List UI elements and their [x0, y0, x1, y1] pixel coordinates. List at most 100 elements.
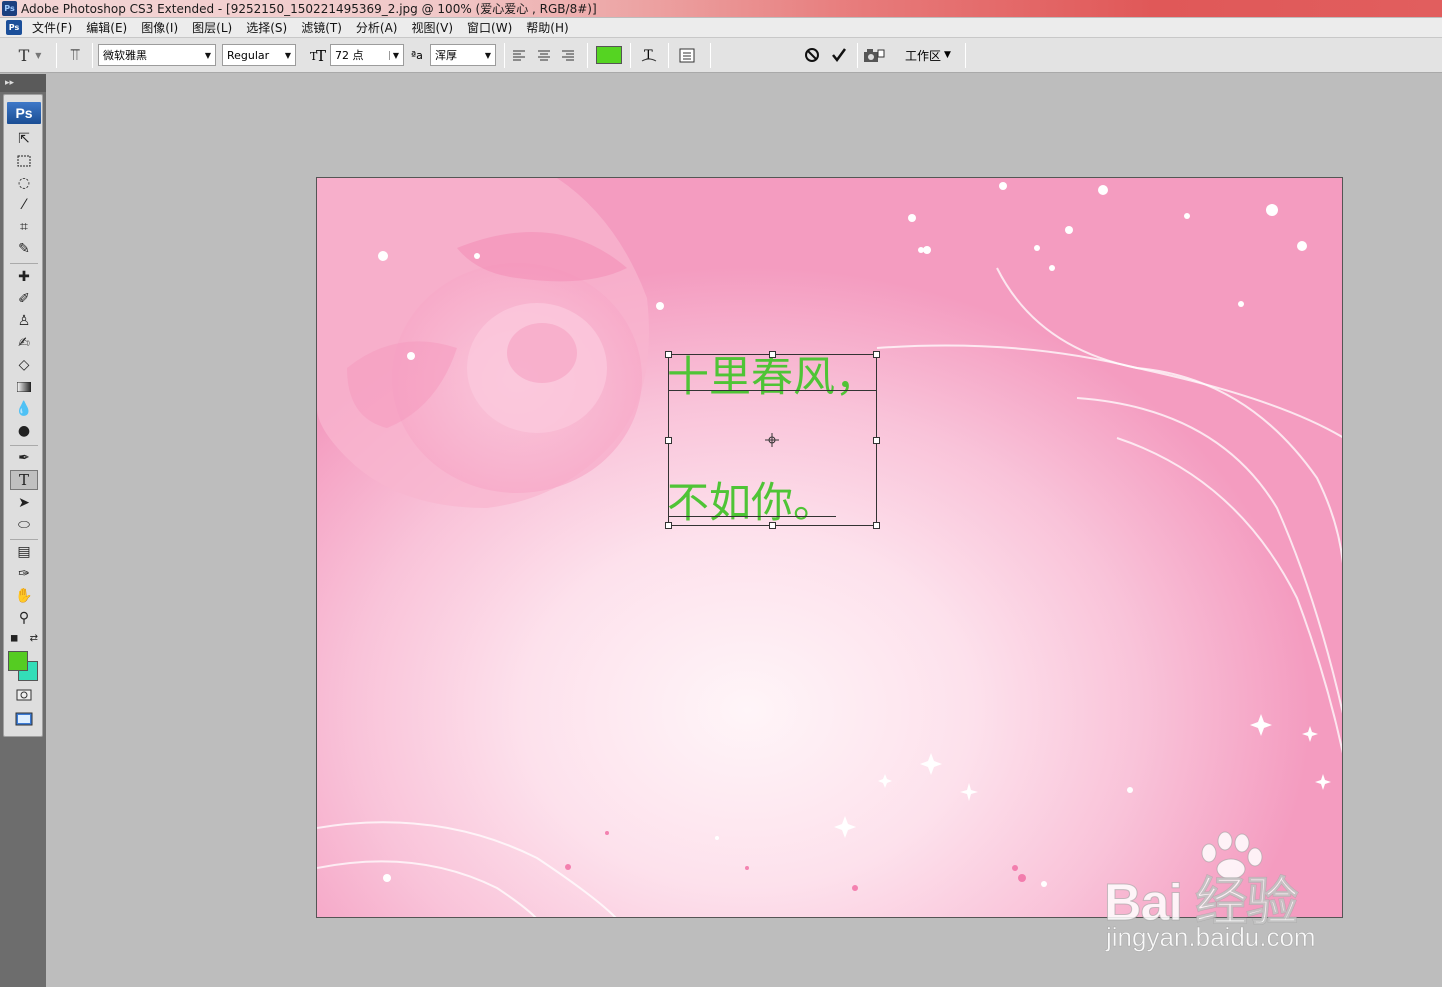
type-tool[interactable]: T: [10, 470, 38, 490]
brush-tool[interactable]: ✐: [10, 289, 38, 309]
cancel-edits-button[interactable]: [804, 44, 826, 66]
arrow-icon: ➤: [18, 495, 30, 511]
options-bar: T ▼ ⫪ 微软雅黑 ▼ Regular ▼ TT 72 点 ▼ ªa 浑厚 ▼ T: [0, 38, 1442, 73]
marquee-icon: [17, 155, 31, 167]
bridge-button[interactable]: [863, 44, 889, 66]
menu-view[interactable]: 视图(V): [411, 19, 453, 36]
menu-window[interactable]: 窗口(W): [467, 19, 512, 36]
pen-icon: ✒: [18, 450, 30, 466]
screen-mode-button[interactable]: [10, 709, 38, 729]
blur-tool[interactable]: 💧: [10, 399, 38, 419]
menu-analysis[interactable]: 分析(A): [356, 19, 398, 36]
type-tool-icon: T: [18, 45, 30, 65]
transform-handle[interactable]: [873, 437, 880, 444]
transform-handle[interactable]: [873, 522, 880, 529]
transform-handle[interactable]: [769, 522, 776, 529]
workspace-menu[interactable]: 工作区 ▼: [905, 44, 959, 66]
menu-help[interactable]: 帮助(H): [526, 19, 568, 36]
history-brush-tool[interactable]: ✍: [10, 333, 38, 353]
eyedropper-tool[interactable]: ✑: [10, 564, 38, 584]
cancel-icon: [805, 48, 819, 62]
menu-image[interactable]: 图像(I): [141, 19, 178, 36]
crop-tool[interactable]: ⌗: [10, 217, 38, 237]
antialias-select[interactable]: 浑厚 ▼: [430, 44, 496, 66]
checkmark-icon: [832, 48, 847, 63]
notes-icon: ▤: [17, 544, 31, 560]
lasso-tool[interactable]: ◌: [10, 173, 38, 193]
align-left-icon[interactable]: [512, 44, 532, 66]
background-artwork: [317, 178, 1342, 917]
screen-mode-icon: [15, 712, 33, 726]
svg-text:T: T: [316, 47, 326, 63]
menu-layer[interactable]: 图层(L): [192, 19, 232, 36]
chevron-down-icon: ▼: [484, 50, 491, 60]
path-selection-tool[interactable]: ➤: [10, 493, 38, 513]
window-title: Adobe Photoshop CS3 Extended - [9252150_…: [21, 2, 597, 16]
gradient-icon: [17, 382, 31, 392]
pen-tool[interactable]: ✒: [10, 448, 38, 468]
lasso-icon: ◌: [17, 175, 31, 191]
chevron-down-icon: ▼: [944, 50, 951, 60]
toggle-text-orientation-icon[interactable]: ⫪: [64, 44, 86, 66]
tool-preset-picker[interactable]: T ▼: [12, 44, 48, 66]
history-brush-icon: ✍: [18, 335, 30, 351]
slice-icon: ✎: [18, 241, 30, 257]
menu-select[interactable]: 选择(S): [246, 19, 287, 36]
quick-mask-button[interactable]: [10, 685, 38, 705]
brush-icon: ✐: [18, 291, 30, 307]
align-center-icon[interactable]: [537, 44, 557, 66]
character-panel-icon[interactable]: [679, 44, 701, 66]
healing-brush-tool[interactable]: ✚: [10, 267, 38, 287]
menu-filter[interactable]: 滤镜(T): [301, 19, 342, 36]
transform-handle[interactable]: [665, 351, 672, 358]
watermark-text: Bai 经验 jingyan.baidu.com: [1103, 830, 1364, 960]
font-style-select[interactable]: Regular ▼: [222, 44, 296, 66]
notes-tool[interactable]: ▤: [10, 542, 38, 562]
tools-panel: Ps ⇱ ◌ ⁄ ⌗ ✎ ✚ ✐ ♙ ✍ ◇ 💧 ● ✒ T ➤ ⬭ ▤ ✑ ✋…: [3, 94, 43, 737]
magnifier-icon: ⚲: [18, 610, 30, 626]
transform-handle[interactable]: [769, 351, 776, 358]
align-right-icon[interactable]: [561, 44, 581, 66]
hand-tool[interactable]: ✋: [10, 586, 38, 606]
hand-icon: ✋: [15, 588, 33, 604]
reference-point-icon: [765, 433, 779, 447]
bridge-camera-icon: [864, 49, 885, 62]
chevron-down-icon: ▼: [388, 50, 399, 60]
title-bar: Ps Adobe Photoshop CS3 Extended - [92521…: [0, 0, 1442, 17]
ellipse-tool[interactable]: ⬭: [10, 515, 38, 535]
move-tool[interactable]: ⇱: [10, 129, 38, 149]
color-defaults[interactable]: ◼ ⇄: [10, 631, 38, 645]
ps-logo: Ps: [7, 102, 41, 124]
clone-stamp-tool[interactable]: ♙: [10, 311, 38, 331]
antialias-icon: ªa: [411, 48, 423, 62]
slice-tool[interactable]: ✎: [10, 239, 38, 259]
text-color-chip: [596, 46, 622, 64]
watermark-url: jingyan.baidu.com: [1106, 922, 1316, 953]
text-bounding-box[interactable]: [665, 351, 880, 529]
document-canvas[interactable]: 十里春风， 不如你。: [316, 177, 1343, 918]
panel-collapse-arrows[interactable]: ▸▸: [0, 74, 46, 92]
font-family-select[interactable]: 微软雅黑 ▼: [98, 44, 216, 66]
transform-handle[interactable]: [665, 522, 672, 529]
photoshop-menu-icon[interactable]: Ps: [6, 20, 22, 35]
dodge-tool[interactable]: ●: [10, 421, 38, 441]
transform-handle[interactable]: [665, 437, 672, 444]
gradient-tool[interactable]: [10, 377, 38, 397]
commit-edits-button[interactable]: [831, 44, 853, 66]
eraser-tool[interactable]: ◇: [10, 355, 38, 375]
foreground-color-swatch[interactable]: [8, 651, 28, 671]
text-color-swatch[interactable]: [596, 44, 624, 66]
default-colors-icon: ◼: [10, 632, 19, 644]
warp-text-icon[interactable]: T: [638, 44, 660, 66]
transform-handle[interactable]: [873, 351, 880, 358]
font-size-icon: TT: [308, 44, 330, 66]
magic-wand-tool[interactable]: ⁄: [10, 195, 38, 215]
marquee-tool[interactable]: [10, 151, 38, 171]
menu-file[interactable]: 文件(F): [32, 19, 72, 36]
menu-edit[interactable]: 编辑(E): [86, 19, 127, 36]
menu-bar: Ps 文件(F) 编辑(E) 图像(I) 图层(L) 选择(S) 滤镜(T) 分…: [0, 18, 1442, 38]
zoom-tool[interactable]: ⚲: [10, 608, 38, 628]
crop-icon: ⌗: [20, 219, 28, 235]
stamp-icon: ♙: [17, 313, 31, 329]
font-size-select[interactable]: 72 点 ▼: [330, 44, 404, 66]
